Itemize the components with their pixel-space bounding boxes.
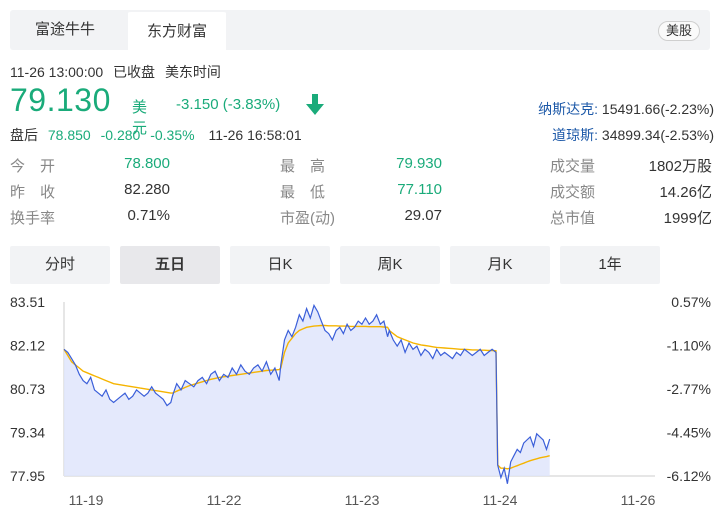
price-area-fill: [64, 305, 550, 484]
after-hours-pct: -0.35%: [150, 127, 195, 143]
quote-timestamp-line: 11-26 13:00:00 已收盘 美东时间: [10, 62, 227, 82]
stat-label: 成交量: [550, 158, 596, 175]
tab-one-year[interactable]: 1年: [560, 246, 660, 284]
stat-label: 成交额: [550, 184, 596, 201]
x-tick-label: 11-23: [345, 492, 380, 508]
price-change: -3.150 (-3.83%): [176, 96, 281, 113]
stat-label: 昨 收: [10, 184, 56, 201]
tab-daily-k[interactable]: 日K: [230, 246, 330, 284]
index-value: 15491.66(-2.23%): [601, 101, 714, 117]
stats-row: 换手率 0.71% 市盈(动) 29.07 总市值 1999亿: [10, 207, 712, 233]
stat-label: 最 高: [280, 158, 326, 175]
timezone-label: 美东时间: [164, 64, 221, 80]
tab-intraday[interactable]: 分时: [10, 246, 110, 284]
stat-value: 77.110: [397, 181, 442, 198]
index-value: 34899.34(-2.53%): [601, 127, 714, 143]
source-tab-bar: 富途牛牛 东方财富 美股: [10, 10, 710, 50]
stat-value: 1802万股: [648, 158, 712, 175]
y-tick-label-left: 79.34: [10, 425, 45, 441]
x-tick-label: 11-22: [207, 492, 242, 508]
y-tick-label-right: -4.45%: [667, 425, 711, 441]
stat-label: 今 开: [10, 158, 56, 175]
period-tab-bar: 分时 五日 日K 周K 月K 1年: [10, 246, 710, 284]
y-tick-label-left: 82.12: [10, 338, 45, 354]
market-status: 已收盘: [113, 64, 156, 80]
y-tick-label-right: -1.10%: [667, 338, 711, 354]
index-nasdaq[interactable]: 纳斯达克: 15491.66(-2.23%): [538, 99, 714, 119]
tab-monthly-k[interactable]: 月K: [450, 246, 550, 284]
tab-weekly-k[interactable]: 周K: [340, 246, 440, 284]
after-hours-label: 盘后: [10, 127, 38, 143]
index-dow[interactable]: 道琼斯: 34899.34(-2.53%): [552, 125, 714, 145]
after-hours-price: 78.850: [47, 127, 91, 143]
y-tick-label-left: 80.73: [10, 381, 45, 397]
y-tick-label-right: -2.77%: [667, 381, 711, 397]
index-name[interactable]: 道琼斯:: [552, 127, 598, 143]
y-tick-label-right: -6.12%: [667, 468, 711, 484]
stat-value: 29.07: [404, 207, 442, 224]
tab-futu[interactable]: 富途牛牛: [10, 10, 120, 50]
stat-value: 82.280: [124, 181, 170, 198]
index-name[interactable]: 纳斯达克:: [538, 101, 598, 117]
after-hours-change: -0.280: [100, 127, 141, 143]
stat-label: 最 低: [280, 184, 326, 201]
tab-eastmoney[interactable]: 东方财富: [128, 10, 226, 50]
after-hours-quote: 盘后 78.850 -0.280 -0.35% 11-26 16:58:01: [10, 125, 302, 145]
tab-five-day[interactable]: 五日: [120, 246, 220, 284]
x-tick-label: 11-19: [69, 492, 104, 508]
market-badge: 美股: [657, 21, 700, 41]
stat-value: 79.930: [396, 155, 442, 172]
stat-label: 市盈(动): [280, 210, 335, 227]
stat-label: 总市值: [550, 210, 596, 227]
x-tick-label: 11-26: [621, 492, 656, 508]
five-day-chart[interactable]: 83.51 82.12 80.73 79.34 77.95 0.57% -1.10% -2.7…: [0, 290, 726, 519]
stats-row: 今 开 78.800 最 高 79.930 成交量 1802万股: [10, 155, 712, 181]
current-price: 79.130: [10, 82, 111, 118]
quote-timestamp: 11-26 13:00:00: [10, 64, 104, 80]
x-tick-label: 11-24: [483, 492, 518, 508]
stat-label: 换手率: [10, 210, 56, 227]
stat-value: 78.800: [124, 155, 170, 172]
stats-row: 昨 收 82.280 最 低 77.110 成交额 14.26亿: [10, 181, 712, 207]
stats-table: 今 开 78.800 最 高 79.930 成交量 1802万股 昨 收 82.…: [10, 155, 712, 233]
after-hours-time: 11-26 16:58:01: [208, 127, 302, 143]
down-arrow-icon: [306, 94, 324, 115]
stat-value: 0.71%: [127, 207, 170, 224]
stat-value: 14.26亿: [659, 184, 712, 201]
y-tick-label-left: 77.95: [10, 468, 45, 484]
y-tick-label-left: 83.51: [10, 294, 45, 310]
chart-canvas[interactable]: 83.51 82.12 80.73 79.34 77.95 0.57% -1.10% -2.7…: [0, 290, 726, 519]
stat-value: 1999亿: [663, 210, 712, 227]
y-tick-label-right: 0.57%: [671, 294, 711, 310]
